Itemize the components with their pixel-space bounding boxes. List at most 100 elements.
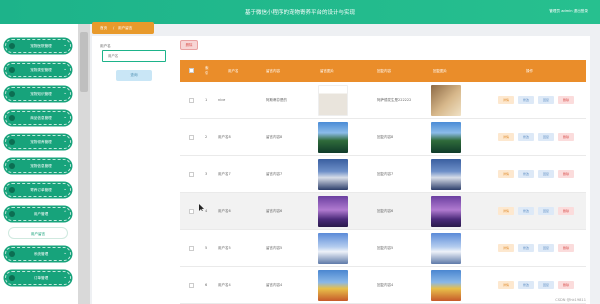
menu-icon xyxy=(9,251,15,257)
cell-index: 5 xyxy=(205,246,208,250)
edit-button[interactable]: 修改 xyxy=(518,281,534,289)
batch-delete-button[interactable]: 删除 xyxy=(180,40,198,50)
user-info[interactable]: 管理员 admin 退出登录 xyxy=(549,9,588,14)
table-header: 索引 用户名 留言内容 留言图片 回复内容 回复图片 操作 xyxy=(180,60,586,82)
sidebar-item-boarding-order[interactable]: 寄养订单管理 ⌄ xyxy=(5,183,71,197)
column-header-reply-image: 回复图片 xyxy=(433,68,447,73)
sidebar-item-label: 宠物知识管理 xyxy=(30,92,52,96)
detail-button[interactable]: 详情 xyxy=(498,133,514,141)
app-title: 基于微信小程序的宠物寄养平台的设计与实现 xyxy=(244,10,355,16)
table-row: 1 nice 阿斯蒂芬是的 阿萨德发生是222222 详情 修改 回复 删除 xyxy=(180,82,586,119)
sidebar-item-pet-info[interactable]: 宠物信息管理 ⌄ xyxy=(5,159,71,173)
detail-button[interactable]: 详情 xyxy=(498,244,514,252)
cell-content: 留言内容5 xyxy=(266,246,283,250)
menu-icon xyxy=(9,43,15,49)
message-image[interactable] xyxy=(318,85,348,116)
message-image[interactable] xyxy=(318,270,348,301)
cell-reply: 回复内容8 xyxy=(377,135,394,139)
chevron-down-icon: ⌄ xyxy=(63,43,67,48)
message-image[interactable] xyxy=(318,159,348,190)
cell-reply: 回复内容5 xyxy=(377,246,394,250)
row-checkbox[interactable] xyxy=(189,98,194,103)
delete-button[interactable]: 删除 xyxy=(558,133,574,141)
cell-index: 3 xyxy=(205,172,208,176)
breadcrumb-home[interactable]: 首页 xyxy=(100,26,107,31)
chevron-down-icon: ⌄ xyxy=(63,275,67,280)
message-image[interactable] xyxy=(318,196,348,227)
detail-button[interactable]: 详情 xyxy=(498,96,514,104)
reply-image[interactable] xyxy=(431,85,461,116)
reply-image[interactable] xyxy=(431,159,461,190)
reply-button[interactable]: 回复 xyxy=(538,244,554,252)
sidebar-item-label: 宠物类型管理 xyxy=(30,68,52,72)
reply-image[interactable] xyxy=(431,233,461,264)
column-header-index: 索引 xyxy=(205,66,209,75)
delete-button[interactable]: 删除 xyxy=(558,207,574,215)
reply-button[interactable]: 回复 xyxy=(538,133,554,141)
sidebar-item-product[interactable]: 商品信息管理 ⌄ xyxy=(5,111,71,125)
chevron-down-icon: ⌄ xyxy=(63,251,67,256)
reply-button[interactable]: 回复 xyxy=(538,207,554,215)
sidebar-item-label: 宠物医院管理 xyxy=(30,44,52,48)
scrollbar-thumb[interactable] xyxy=(80,32,88,92)
cell-reply: 阿萨德发生是222222 xyxy=(377,98,412,102)
column-header-image: 留言图片 xyxy=(320,68,334,73)
reply-button[interactable]: 回复 xyxy=(538,170,554,178)
row-checkbox[interactable] xyxy=(189,172,194,177)
chevron-down-icon: ⌄ xyxy=(63,115,67,120)
delete-button[interactable]: 删除 xyxy=(558,170,574,178)
reply-button[interactable]: 回复 xyxy=(538,96,554,104)
detail-button[interactable]: 详情 xyxy=(498,170,514,178)
delete-button[interactable]: 删除 xyxy=(558,244,574,252)
reply-button[interactable]: 回复 xyxy=(538,281,554,289)
sidebar-item-pet-type[interactable]: 宠物类型管理 ⌄ xyxy=(5,63,71,77)
cell-content: 留言内容8 xyxy=(266,135,283,139)
reply-image[interactable] xyxy=(431,122,461,153)
cell-reply: 回复内容4 xyxy=(377,283,394,287)
sidebar-item-pet-knowledge[interactable]: 宠物知识管理 ⌄ xyxy=(5,87,71,101)
menu-icon xyxy=(9,187,15,193)
row-checkbox[interactable] xyxy=(189,135,194,140)
message-image[interactable] xyxy=(318,122,348,153)
menu-icon xyxy=(9,163,15,169)
menu-icon xyxy=(9,67,15,73)
search-button[interactable]: 查询 xyxy=(116,70,152,81)
row-checkbox[interactable] xyxy=(189,283,194,288)
detail-button[interactable]: 详情 xyxy=(498,281,514,289)
sidebar-scrollbar[interactable] xyxy=(78,24,90,304)
sidebar-item-orders[interactable]: 订单管理 ⌄ xyxy=(5,271,71,285)
row-checkbox[interactable] xyxy=(189,209,194,214)
sidebar-item-adoption[interactable]: 宠物领养管理 ⌄ xyxy=(5,135,71,149)
reply-image[interactable] xyxy=(431,196,461,227)
edit-button[interactable]: 修改 xyxy=(518,96,534,104)
select-all-checkbox[interactable] xyxy=(189,68,194,73)
sidebar-subitem-user-messages[interactable]: 用户留言 xyxy=(8,227,68,239)
sidebar-subitem-label: 用户留言 xyxy=(30,231,46,236)
reply-image[interactable] xyxy=(431,270,461,301)
delete-button[interactable]: 删除 xyxy=(558,281,574,289)
message-image[interactable] xyxy=(318,233,348,264)
edit-button[interactable]: 修改 xyxy=(518,133,534,141)
sidebar-item-pet-hospital[interactable]: 宠物医院管理 ⌄ xyxy=(5,39,71,53)
edit-button[interactable]: 修改 xyxy=(518,170,534,178)
username-search-input[interactable] xyxy=(102,50,166,62)
edit-button[interactable]: 修改 xyxy=(518,244,534,252)
row-checkbox[interactable] xyxy=(189,246,194,251)
chevron-up-icon: ⌃ xyxy=(63,211,67,216)
detail-button[interactable]: 详情 xyxy=(498,207,514,215)
table-row: 4 用户名6 留言内容6 回复内容6 详情 修改 回复 删除 xyxy=(180,193,586,230)
column-header-content: 留言内容 xyxy=(266,68,280,73)
sidebar-item-system[interactable]: 系统管理 ⌄ xyxy=(5,247,71,261)
column-header-username: 用户名 xyxy=(228,68,239,73)
chevron-down-icon: ⌄ xyxy=(63,67,67,72)
delete-button[interactable]: 删除 xyxy=(558,96,574,104)
sidebar-item-users[interactable]: 用户管理 ⌃ xyxy=(5,207,71,221)
menu-icon xyxy=(9,211,15,217)
menu-icon xyxy=(9,115,15,121)
chevron-down-icon: ⌄ xyxy=(63,163,67,168)
edit-button[interactable]: 修改 xyxy=(518,207,534,215)
table-row: 2 用户名8 留言内容8 回复内容8 详情 修改 回复 删除 xyxy=(180,119,586,156)
menu-icon xyxy=(9,91,15,97)
search-label: 用户名 xyxy=(100,44,111,48)
search-panel: 用户名 查询 xyxy=(92,36,176,304)
